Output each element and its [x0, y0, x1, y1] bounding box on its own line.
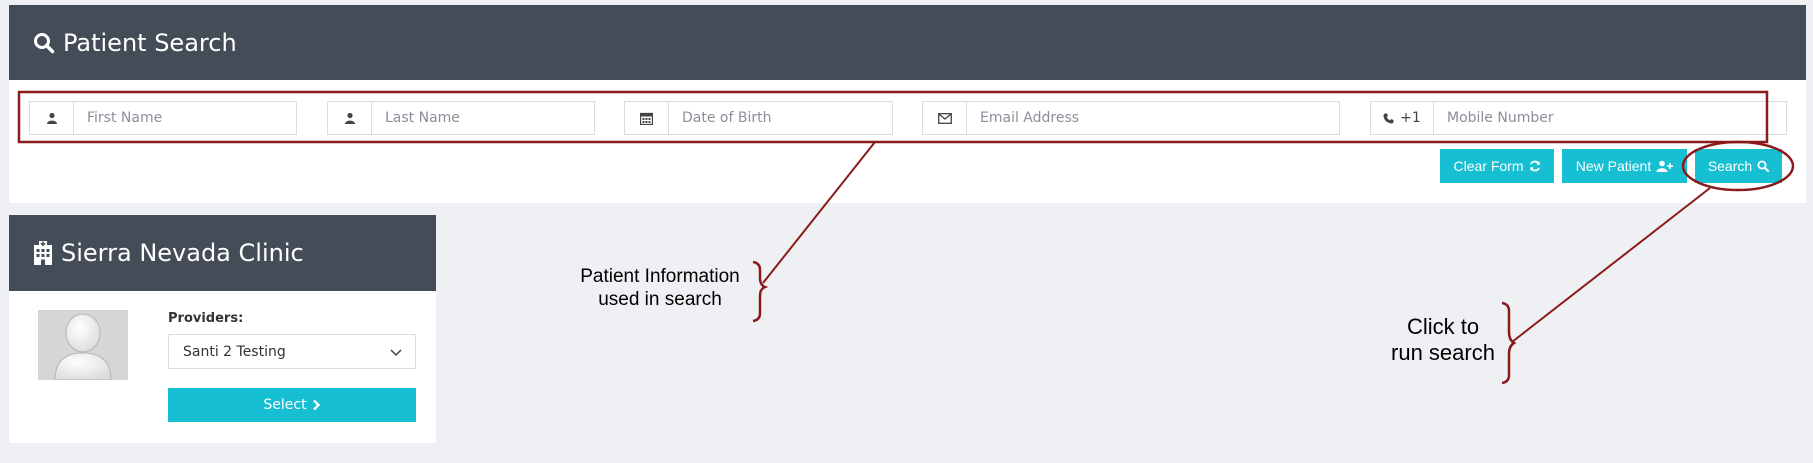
fields-callout-line — [762, 141, 876, 284]
click-to-search-annotation: Click to run search — [1368, 314, 1518, 367]
search-callout-line — [1511, 187, 1711, 343]
annotation-overlay — [17, 90, 1795, 385]
fields-highlight-box — [17, 90, 1769, 144]
search-button-highlight — [1681, 140, 1795, 192]
patient-info-line1: Patient Information — [580, 266, 740, 287]
click-to-line2: run search — [1391, 340, 1495, 366]
patient-info-annotation: Patient Information used in search — [560, 266, 760, 312]
patient-info-line2: used in search — [598, 288, 722, 310]
click-to-line1: Click to — [1406, 314, 1480, 339]
